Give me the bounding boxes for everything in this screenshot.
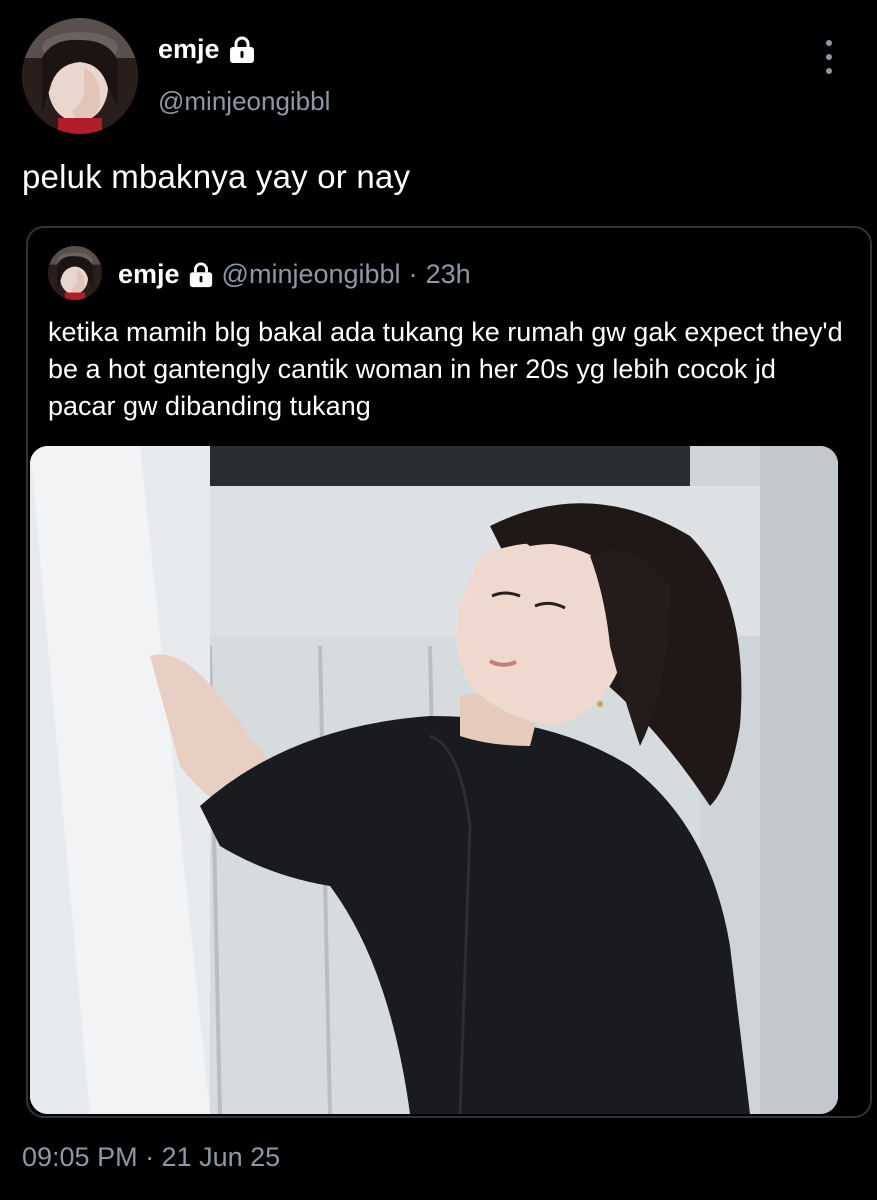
tweet-text: peluk mbaknya yay or nay xyxy=(22,158,411,195)
avatar-photo xyxy=(48,246,102,300)
avatar-photo xyxy=(22,18,138,134)
lock-icon xyxy=(188,262,214,288)
tweet-timestamp[interactable]: 09:05 PM · 21 Jun 25 xyxy=(22,1142,280,1173)
author-display-name[interactable]: emje xyxy=(158,34,220,65)
author-name-row[interactable]: emje xyxy=(158,34,256,65)
author-avatar[interactable] xyxy=(22,18,138,134)
quoted-text: ketika mamih blg bakal ada tukang ke rum… xyxy=(48,317,843,421)
author-handle[interactable]: @minjeongibbl xyxy=(158,86,330,117)
tweet-page: emje @minjeongibbl peluk mbaknya yay or … xyxy=(0,0,877,1200)
quoted-handle[interactable]: @minjeongibbl xyxy=(222,259,401,290)
quoted-author-avatar[interactable] xyxy=(48,246,102,300)
quoted-media-photo[interactable] xyxy=(30,446,838,1114)
quoted-display-name[interactable]: emje xyxy=(118,259,180,290)
separator-dot: · xyxy=(408,259,418,289)
photo-image xyxy=(30,446,838,1114)
quoted-header: emje @minjeongibbl · 23h xyxy=(118,259,471,290)
lock-icon xyxy=(228,36,256,64)
more-vertical-icon[interactable] xyxy=(821,40,837,74)
quoted-tweet[interactable]: emje @minjeongibbl · 23h ketika mamih bl… xyxy=(26,226,872,1118)
quoted-time[interactable]: 23h xyxy=(426,259,471,290)
